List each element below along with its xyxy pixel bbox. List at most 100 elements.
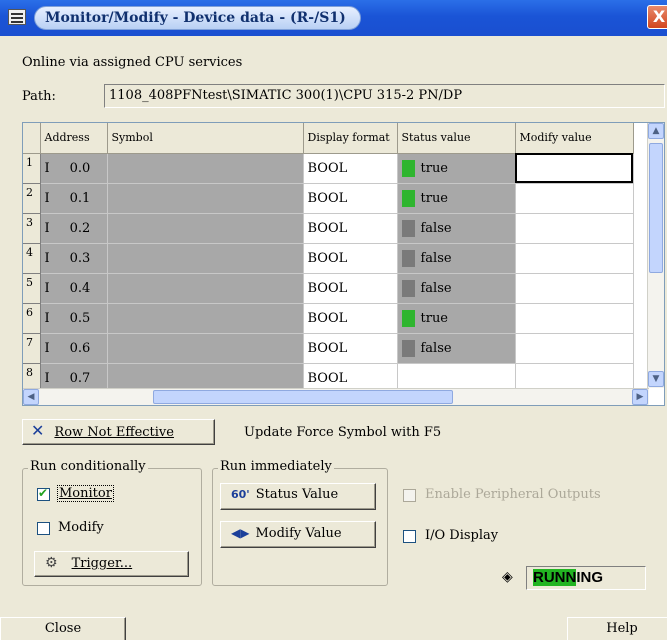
display-format-cell[interactable]: BOOL bbox=[303, 183, 398, 214]
help-button[interactable]: Help bbox=[567, 617, 667, 640]
symbol-cell[interactable] bbox=[107, 273, 304, 304]
vertical-scroll-thumb[interactable] bbox=[649, 143, 663, 273]
scroll-right-icon[interactable]: ▶ bbox=[632, 389, 648, 405]
address-value: 0.2 bbox=[69, 220, 91, 236]
row-not-effective-button[interactable]: ✕ Row Not Effective bbox=[22, 419, 215, 445]
modify-value-cell[interactable] bbox=[515, 333, 634, 364]
status-value-button[interactable]: 60' Status Value bbox=[220, 483, 376, 510]
address-cell[interactable]: I 0.3 bbox=[40, 243, 108, 274]
address-cell[interactable]: I 0.4 bbox=[40, 273, 108, 304]
vertical-scrollbar[interactable]: ▲ ▼ bbox=[647, 123, 664, 388]
display-format-cell[interactable]: BOOL bbox=[303, 273, 398, 304]
status-led-icon bbox=[401, 219, 415, 237]
checkmark-icon: ✔ bbox=[38, 486, 49, 500]
app-icon[interactable] bbox=[8, 9, 26, 25]
modify-value-cell[interactable] bbox=[515, 243, 634, 274]
row-number[interactable]: 2 bbox=[23, 183, 41, 214]
close-button[interactable]: Close bbox=[0, 617, 126, 640]
status-value-text: false bbox=[420, 220, 452, 236]
enable-peripheral-outputs-checkbox[interactable] bbox=[403, 489, 416, 502]
monitor-checkbox[interactable]: ✔ bbox=[37, 486, 50, 501]
symbol-cell[interactable] bbox=[107, 213, 304, 244]
modify-checkbox[interactable] bbox=[37, 522, 50, 535]
row-number[interactable]: 7 bbox=[23, 333, 41, 364]
display-format-cell[interactable]: BOOL bbox=[303, 303, 398, 334]
table-row[interactable]: 7 I 0.6 BOOL false bbox=[23, 333, 634, 364]
address-cell[interactable]: I 0.5 bbox=[40, 303, 108, 334]
address-area: I bbox=[44, 310, 50, 326]
address-cell[interactable]: I 0.2 bbox=[40, 213, 108, 244]
address-area: I bbox=[44, 160, 50, 176]
modify-value-cell[interactable] bbox=[515, 153, 634, 184]
horizontal-scroll-thumb[interactable] bbox=[153, 390, 453, 404]
row-number[interactable]: 3 bbox=[23, 213, 41, 244]
address-area: I bbox=[44, 280, 50, 296]
status-value-text: true bbox=[420, 190, 449, 206]
symbol-cell[interactable] bbox=[107, 243, 304, 274]
address-area: I bbox=[44, 190, 50, 206]
status-value-cell: true bbox=[397, 303, 516, 334]
scroll-down-icon[interactable]: ▼ bbox=[648, 371, 664, 387]
variable-table[interactable]: Address Symbol Display format Status val… bbox=[22, 122, 665, 406]
status-value-cell: false bbox=[397, 333, 516, 364]
column-header-symbol[interactable]: Symbol bbox=[107, 123, 304, 154]
symbol-cell[interactable] bbox=[107, 303, 304, 334]
column-header-modify-value[interactable]: Modify value bbox=[515, 123, 634, 154]
column-header-status-value[interactable]: Status value bbox=[397, 123, 516, 154]
x-mark-icon: ✕ bbox=[31, 421, 45, 440]
modify-value-cell[interactable] bbox=[515, 213, 634, 244]
scroll-left-icon[interactable]: ◀ bbox=[23, 389, 39, 405]
title-bar: Monitor/Modify - Device data - (R-/S1) X bbox=[0, 0, 667, 36]
trigger-label: Trigger... bbox=[71, 556, 133, 571]
row-number[interactable]: 4 bbox=[23, 243, 41, 274]
status-value-cell: false bbox=[397, 273, 516, 304]
address-cell[interactable]: I 0.0 bbox=[40, 153, 108, 184]
status-value-text: false bbox=[420, 280, 452, 296]
status-value-text: false bbox=[420, 340, 452, 356]
row-number[interactable]: 5 bbox=[23, 273, 41, 304]
status-led-icon bbox=[401, 339, 415, 357]
modify-label[interactable]: Modify bbox=[58, 520, 104, 535]
symbol-cell[interactable] bbox=[107, 183, 304, 214]
display-format-cell[interactable]: BOOL bbox=[303, 153, 398, 184]
table-row[interactable]: 1 I 0.0 BOOL true bbox=[23, 153, 634, 184]
scroll-up-icon[interactable]: ▲ bbox=[648, 123, 664, 139]
table-row[interactable]: 4 I 0.3 BOOL false bbox=[23, 243, 634, 274]
modify-value-cell[interactable] bbox=[515, 183, 634, 214]
table-row[interactable]: 6 I 0.5 BOOL true bbox=[23, 303, 634, 334]
symbol-cell[interactable] bbox=[107, 333, 304, 364]
row-number[interactable]: 1 bbox=[23, 153, 41, 184]
status-value-cell: false bbox=[397, 243, 516, 274]
update-force-hint: Update Force Symbol with F5 bbox=[244, 425, 442, 440]
status-led-icon bbox=[401, 279, 415, 297]
column-header-address[interactable]: Address bbox=[40, 123, 108, 154]
display-format-cell[interactable]: BOOL bbox=[303, 243, 398, 274]
display-format-cell[interactable]: BOOL bbox=[303, 333, 398, 364]
monitor-label[interactable]: Monitor bbox=[57, 485, 114, 502]
table-row[interactable]: 5 I 0.4 BOOL false bbox=[23, 273, 634, 304]
column-header-display-format[interactable]: Display format bbox=[303, 123, 398, 154]
display-format-cell[interactable]: BOOL bbox=[303, 213, 398, 244]
modify-value-button[interactable]: ◀▶ Modify Value bbox=[220, 521, 376, 548]
symbol-cell[interactable] bbox=[107, 153, 304, 184]
address-area: I bbox=[44, 250, 50, 266]
io-display-checkbox[interactable] bbox=[403, 530, 416, 543]
horizontal-scrollbar[interactable]: ◀ ▶ bbox=[23, 388, 649, 405]
status-led-icon bbox=[401, 189, 415, 207]
window-title: Monitor/Modify - Device data - (R-/S1) bbox=[34, 6, 361, 30]
address-cell[interactable]: I 0.1 bbox=[40, 183, 108, 214]
close-window-button[interactable]: X bbox=[647, 5, 667, 29]
status-value-text: true bbox=[420, 160, 449, 176]
trigger-button[interactable]: ⚙ Trigger... bbox=[34, 551, 189, 577]
row-number[interactable]: 6 bbox=[23, 303, 41, 334]
status-value-cell: true bbox=[397, 183, 516, 214]
modify-value-cell[interactable] bbox=[515, 273, 634, 304]
table-row[interactable]: 2 I 0.1 BOOL true bbox=[23, 183, 634, 214]
table-row[interactable]: 3 I 0.2 BOOL false bbox=[23, 213, 634, 244]
io-display-label[interactable]: I/O Display bbox=[425, 528, 498, 543]
modify-value-cell[interactable] bbox=[515, 303, 634, 334]
address-cell[interactable]: I 0.6 bbox=[40, 333, 108, 364]
status-value-label: Status Value bbox=[255, 487, 339, 502]
status-led-icon bbox=[401, 249, 415, 267]
path-value: 1108_408PFNtest\SIMATIC 300(1)\CPU 315-2… bbox=[109, 88, 463, 103]
